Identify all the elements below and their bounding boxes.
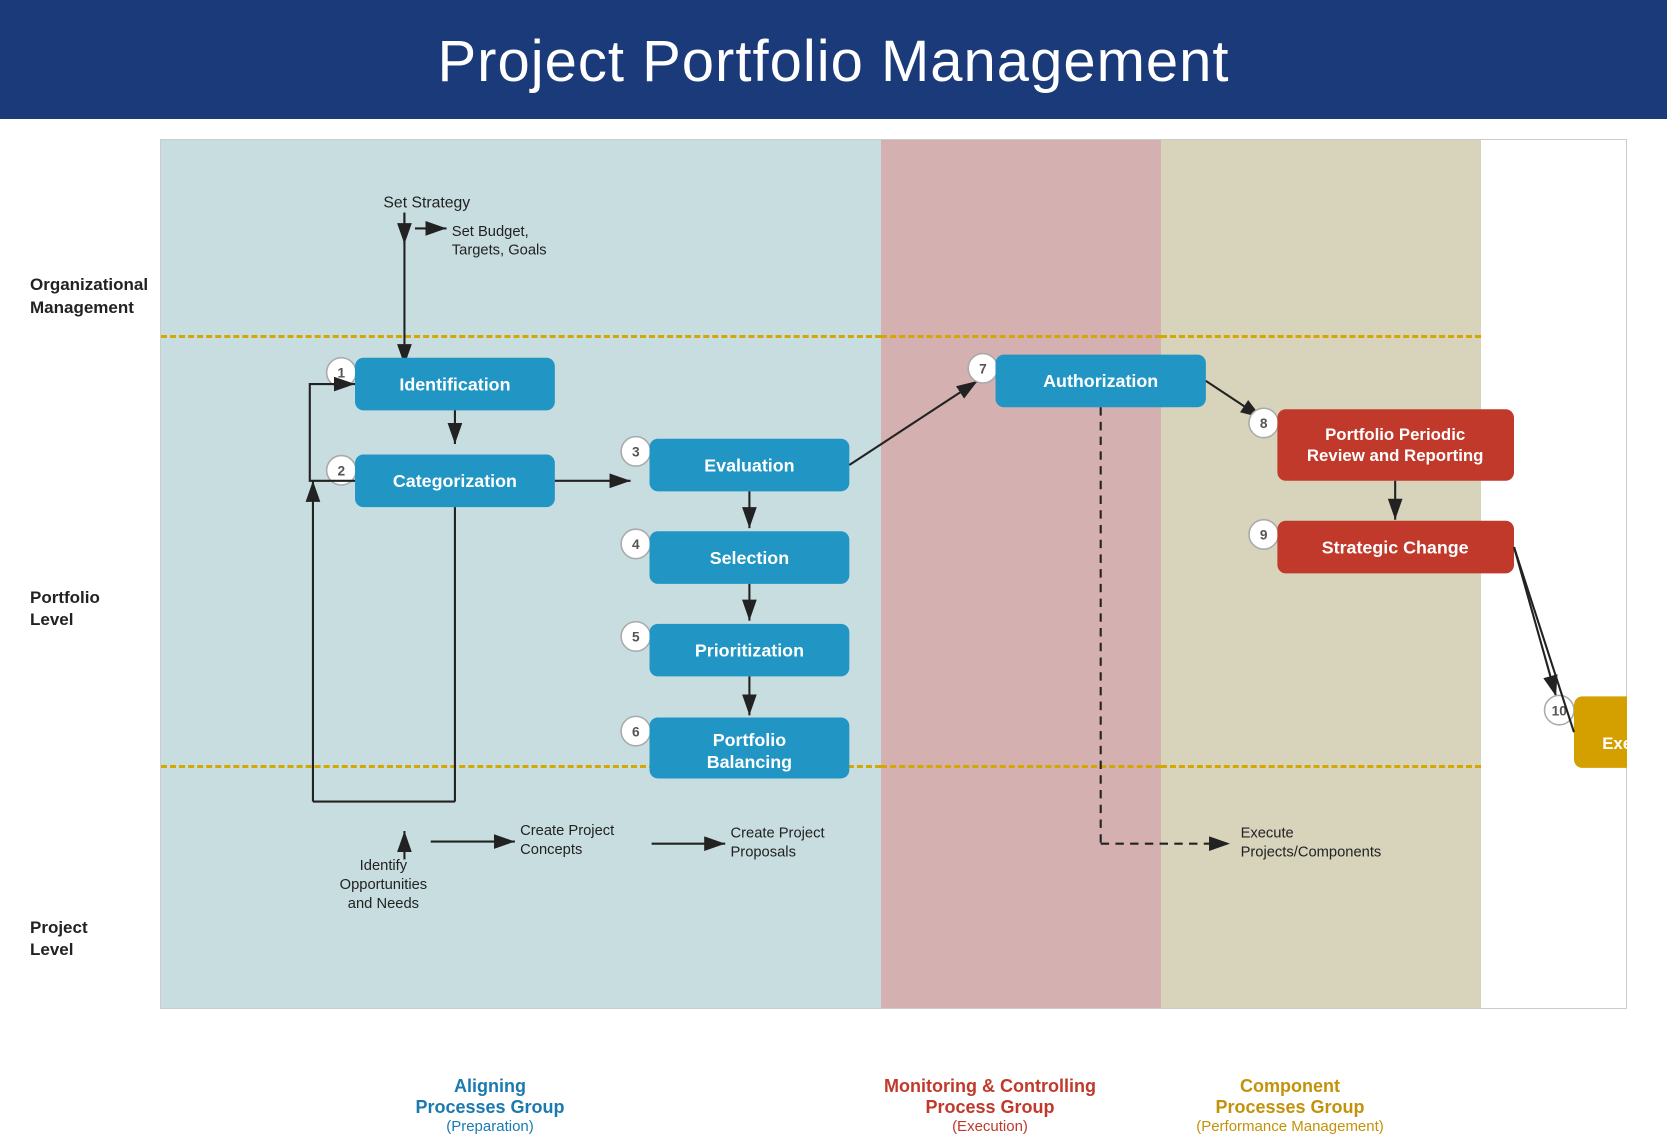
- dashed-line-bottom-component: [1161, 765, 1481, 768]
- dashed-line-top-component: [1161, 335, 1481, 338]
- component-region: [1161, 140, 1481, 1008]
- aligning-label: AligningProcesses Group (Preparation): [130, 1076, 850, 1135]
- bottom-labels: AligningProcesses Group (Preparation) Mo…: [0, 1064, 1667, 1145]
- page-title: Project Portfolio Management: [0, 28, 1667, 95]
- dashed-line-top-aligning: [161, 335, 881, 338]
- component-label: ComponentProcesses Group (Performance Ma…: [1130, 1076, 1450, 1135]
- project-level-label: ProjectLevel: [30, 824, 160, 1054]
- row-labels: OrganizationalManagement PortfolioLevel …: [30, 139, 160, 1054]
- dashed-line-bottom-aligning: [161, 765, 881, 768]
- background-regions: [160, 139, 1627, 1009]
- monitoring-region: [881, 140, 1161, 1008]
- diagram-content: Set Strategy Set Budget, Targets, Goals …: [160, 139, 1627, 1054]
- org-management-label: OrganizationalManagement: [30, 199, 160, 394]
- page-wrapper: Project Portfolio Management Organizatio…: [0, 0, 1667, 1145]
- dashed-line-top-monitoring: [881, 335, 1161, 338]
- dashed-line-bottom-monitoring: [881, 765, 1161, 768]
- diagram-area: OrganizationalManagement PortfolioLevel …: [0, 119, 1667, 1064]
- portfolio-level-label: PortfolioLevel: [30, 394, 160, 824]
- monitoring-label: Monitoring & ControllingProcess Group (E…: [850, 1076, 1130, 1135]
- aligning-region: [161, 140, 881, 1008]
- header: Project Portfolio Management: [0, 0, 1667, 119]
